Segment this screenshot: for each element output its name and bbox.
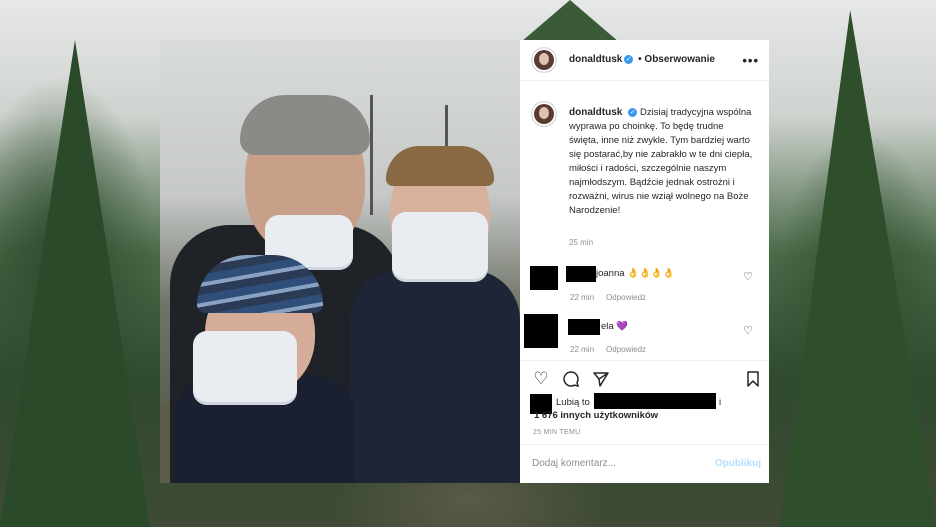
add-comment-bar: Opublikuj	[520, 444, 769, 484]
comment-item: joanna 👌👌👌👌 22 min Odpowiedz ♡	[520, 262, 769, 310]
comment-time[interactable]: 22 min	[570, 293, 594, 302]
comment-meta: 22 min Odpowiedz	[570, 345, 658, 354]
verified-badge-icon: ✓	[624, 54, 634, 64]
heart-icon[interactable]: ♡	[532, 370, 550, 388]
post-photo[interactable]	[160, 40, 520, 483]
comment-item: ela 💜 22 min Odpowiedz ♡	[520, 312, 769, 360]
comment-meta: 22 min Odpowiedz	[570, 293, 658, 302]
share-icon[interactable]	[592, 370, 610, 388]
publish-button[interactable]: Opublikuj	[715, 458, 761, 469]
post-panel: donaldtusk ✓ • Obserwowanie ••• donaldtus…	[520, 40, 769, 483]
tree-right	[780, 10, 936, 527]
likes-summary: Lubią to	[556, 396, 590, 409]
redacted-username	[568, 319, 600, 335]
more-icon[interactable]: •••	[742, 53, 759, 68]
reply-button[interactable]: Odpowiedz	[606, 293, 646, 302]
comment-input[interactable]	[532, 458, 692, 469]
likes-others[interactable]: 1 676 innych użytkowników	[534, 409, 658, 422]
avatar[interactable]	[532, 102, 556, 126]
redacted-avatar	[530, 266, 558, 290]
redacted-liker	[594, 393, 716, 409]
caption-text: Dzisiaj tradycyjna wspólna wyprawa po ch…	[569, 107, 753, 216]
avatar[interactable]	[532, 48, 556, 72]
post-caption: donaldtusk ✓ Dzisiaj tradycyjna wspólna w…	[569, 106, 755, 218]
follow-button[interactable]: Obserwowanie	[644, 54, 715, 65]
bookmark-icon[interactable]	[744, 370, 762, 388]
comment-icon[interactable]	[562, 370, 580, 388]
comment-text: joanna 👌👌👌👌	[596, 268, 675, 279]
child-right-figure	[350, 146, 520, 483]
comment-text: ela 💜	[601, 321, 629, 332]
knit-hat	[197, 255, 323, 313]
likes-prefix: Lubią to	[556, 397, 590, 408]
child-coat	[350, 270, 520, 483]
caption-time[interactable]: 25 min	[569, 238, 593, 247]
posted-ago[interactable]: 25 MIN TEMU	[533, 429, 581, 436]
redacted-avatar	[524, 314, 558, 348]
reply-button[interactable]: Odpowiedz	[606, 345, 646, 354]
likes-count[interactable]: 1 676 innych użytkowników	[534, 410, 658, 421]
likes-suffix: i	[719, 397, 722, 408]
child-hair	[386, 146, 494, 186]
verified-badge-icon: ✓	[628, 107, 638, 117]
redacted-username	[566, 266, 596, 282]
heart-icon[interactable]: ♡	[743, 324, 753, 337]
post-header: donaldtusk ✓ • Obserwowanie •••	[520, 40, 769, 81]
heart-icon[interactable]: ♡	[743, 270, 753, 283]
adult-hair	[240, 95, 370, 155]
tree-left	[0, 40, 150, 527]
face-mask	[193, 331, 297, 405]
username-link[interactable]: donaldtusk	[569, 54, 622, 65]
face-mask	[392, 212, 488, 282]
comment-time[interactable]: 22 min	[570, 345, 594, 354]
child-left-figure	[175, 255, 355, 483]
follow-separator: •	[638, 54, 642, 65]
username-link[interactable]: donaldtusk	[569, 107, 622, 118]
header-user: donaldtusk ✓ • Obserwowanie	[569, 54, 715, 65]
